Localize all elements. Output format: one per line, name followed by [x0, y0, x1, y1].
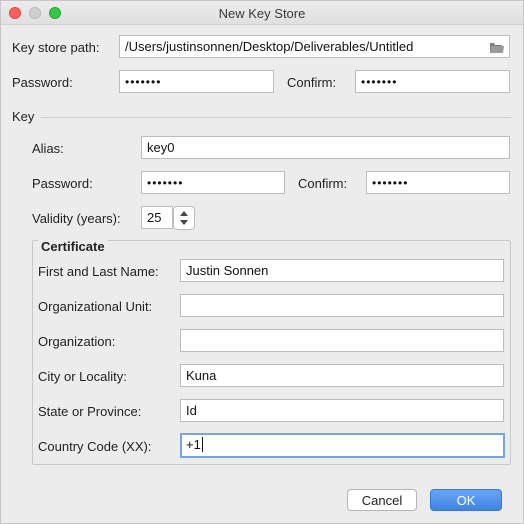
validity-label: Validity (years): [32, 211, 121, 226]
key-password-label: Password: [32, 176, 93, 191]
first-last-name-label: First and Last Name: [38, 264, 159, 279]
country-code-value: +1 [186, 437, 201, 452]
certificate-title: Certificate [38, 239, 108, 254]
alias-label: Alias: [32, 141, 64, 156]
folder-icon[interactable] [489, 41, 505, 55]
country-code-field[interactable]: +1 [180, 433, 505, 458]
keystore-path-label: Key store path: [12, 40, 100, 55]
stepper-up-icon[interactable] [180, 211, 188, 216]
title-bar: New Key Store [1, 1, 523, 25]
key-password-field[interactable]: ••••••• [141, 171, 285, 194]
text-caret [201, 437, 203, 452]
city-label: City or Locality: [38, 369, 127, 384]
stepper-down-icon[interactable] [180, 220, 188, 225]
key-section-divider [41, 117, 511, 118]
country-code-label: Country Code (XX): [38, 439, 152, 454]
keystore-password-label: Password: [12, 75, 73, 90]
key-section-label: Key [12, 109, 35, 124]
state-field[interactable]: Id [180, 399, 504, 422]
new-key-store-dialog: New Key Store Key store path: /Users/jus… [0, 0, 524, 524]
keystore-password-field[interactable]: ••••••• [119, 70, 274, 93]
organization-field[interactable] [180, 329, 504, 352]
keystore-confirm-label: Confirm: [287, 75, 337, 90]
first-last-name-field[interactable]: Justin Sonnen [180, 259, 504, 282]
key-confirm-label: Confirm: [298, 176, 348, 191]
state-label: State or Province: [38, 404, 142, 419]
org-unit-field[interactable] [180, 294, 504, 317]
validity-field[interactable]: 25 [141, 206, 173, 229]
cancel-button[interactable]: Cancel [347, 489, 417, 511]
city-field[interactable]: Kuna [180, 364, 504, 387]
org-unit-label: Organizational Unit: [38, 299, 153, 314]
window-title: New Key Store [218, 6, 306, 21]
validity-stepper[interactable] [173, 206, 195, 230]
keystore-confirm-field[interactable]: ••••••• [355, 70, 510, 93]
keystore-path-field[interactable]: /Users/justinsonnen/Desktop/Deliverables… [119, 35, 510, 58]
ok-button[interactable]: OK [430, 489, 502, 511]
key-confirm-field[interactable]: ••••••• [366, 171, 510, 194]
alias-field[interactable]: key0 [141, 136, 510, 159]
organization-label: Organization: [38, 334, 116, 349]
